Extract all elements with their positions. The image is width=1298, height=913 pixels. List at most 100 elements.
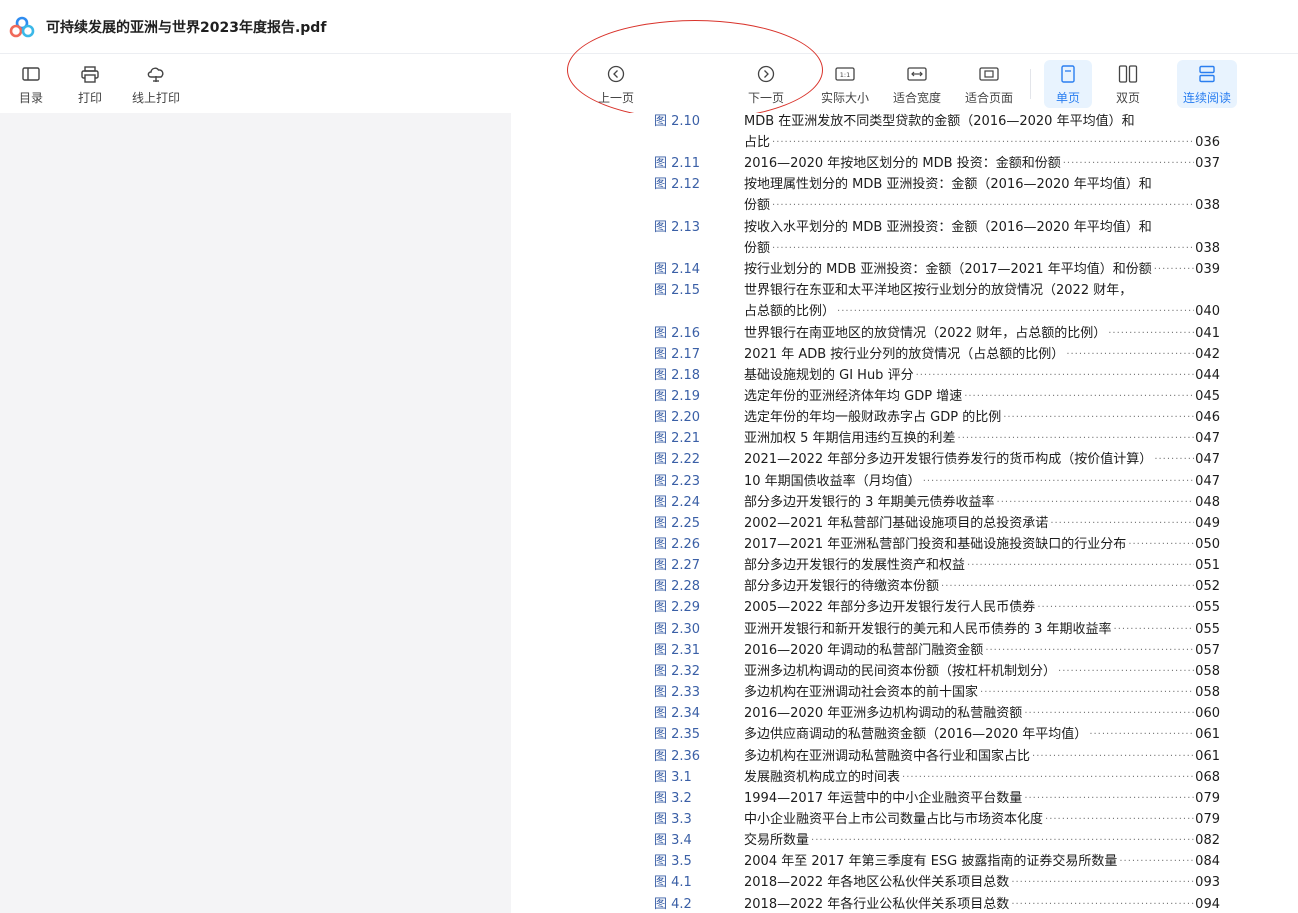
toc-entry[interactable]: 图 2.36 多边机构在亚洲调动私营融资中各行业和国家占比 061 — [654, 745, 1224, 767]
toc-entry[interactable]: 图 2.12 按地理属性划分的 MDB 亚洲投资：金额（2016—2020 年平均… — [654, 174, 1224, 217]
toc-entry-line: 占总额的比例） 040 — [744, 301, 1220, 323]
toc-entry-line: 按收入水平划分的 MDB 亚洲投资：金额（2016—2020 年平均值）和 — [744, 216, 1220, 238]
toc-entry[interactable]: 图 2.17 2021 年 ADB 按行业分列的放贷情况（占总额的比例） 042 — [654, 343, 1224, 365]
toc-leader-dots — [837, 301, 1194, 322]
prev-page-label: 上一页 — [597, 91, 634, 105]
toc-figure-number: 图 2.29 — [654, 600, 701, 616]
toc-entry[interactable]: 图 4.1 2018—2022 年各地区公私伙伴关系项目总数 093 — [654, 872, 1224, 894]
toc-entry[interactable]: 图 2.13 按收入水平划分的 MDB 亚洲投资：金额（2016—2020 年平均… — [654, 216, 1224, 259]
toc-leader-dots — [1050, 513, 1194, 534]
toc-entry-title: 2018—2022 年各行业公私伙伴关系项目总数 — [744, 893, 1012, 913]
actual-size-button[interactable]: 1:1 实际大小 — [818, 55, 872, 113]
double-page-button[interactable]: 双页 — [1108, 55, 1148, 113]
toc-entry[interactable]: 图 2.20 选定年份的年均一般财政赤字占 GDP 的比例 046 — [654, 407, 1224, 429]
online-print-button[interactable]: 线上打印 — [130, 55, 182, 113]
fit-page-button[interactable]: 适合页面 — [962, 55, 1016, 113]
toc-entry[interactable]: 图 2.18 基础设施规划的 GI Hub 评分 044 — [654, 364, 1224, 386]
toc-entry[interactable]: 图 2.33 多边机构在亚洲调动社会资本的前十国家 058 — [654, 682, 1224, 704]
toc-figure-number: 图 2.28 — [654, 579, 701, 595]
toc-leader-dots — [1119, 851, 1194, 872]
toc-leader-dots — [1003, 407, 1194, 428]
toc-entry-title: 2021—2022 年部分多边开发银行债券发行的货币构成（按价值计算） — [744, 449, 1155, 471]
toc-entry-line: 2017—2021 年亚洲私营部门投资和基础设施投资缺口的行业分布 050 — [744, 534, 1220, 555]
toc-entry[interactable]: 图 2.22 2021—2022 年部分多边开发银行债券发行的货币构成（按价值计算… — [654, 449, 1224, 471]
toc-entry-line: 多边机构在亚洲调动私营融资中各行业和国家占比 061 — [744, 745, 1220, 767]
toc-page-number: 061 — [1195, 727, 1220, 743]
toc-leader-dots — [1108, 323, 1194, 344]
toc-entry-body: 选定年份的年均一般财政赤字占 GDP 的比例 046 — [744, 407, 1220, 429]
toc-figure-number: 图 2.31 — [654, 642, 701, 658]
toc-entry[interactable]: 图 2.25 2002—2021 年私营部门基础设施项目的总投资承诺 049 — [654, 512, 1224, 534]
toc-entry-line: 多边机构在亚洲调动社会资本的前十国家 058 — [744, 682, 1220, 704]
toc-leader-dots — [958, 428, 1195, 449]
toc-entry[interactable]: 图 2.29 2005—2022 年部分多边开发银行发行人民币债券 055 — [654, 597, 1224, 619]
actual-size-icon: 1:1 — [835, 65, 855, 83]
toc-entry-line: 按地理属性划分的 MDB 亚洲投资：金额（2016—2020 年平均值）和 — [744, 174, 1220, 196]
toc-button[interactable]: 目录 — [14, 55, 48, 113]
fit-width-button[interactable]: 适合宽度 — [890, 55, 944, 113]
toc-entry-title: 2016—2020 年按地区划分的 MDB 投资：金额和份额 — [744, 153, 1063, 175]
toc-entry[interactable]: 图 3.3 中小企业融资平台上市公司数量占比与市场资本化度 079 — [654, 808, 1224, 830]
toc-entry[interactable]: 图 2.14 按行业划分的 MDB 亚洲投资：金额（2017—2021 年平均值）… — [654, 259, 1224, 281]
toc-page-number: 047 — [1195, 452, 1220, 468]
toc-entry[interactable]: 图 3.5 2004 年至 2017 年第三季度有 ESG 披露指南的证券交易所数… — [654, 851, 1224, 873]
toc-entry-line: 份额 038 — [744, 195, 1220, 217]
toc-entry[interactable]: 图 2.32 亚洲多边机构调动的民间资本份额（按杠杆机制划分） 058 — [654, 660, 1224, 682]
continuous-reading-label: 连续阅读 — [1182, 91, 1231, 105]
toc-entry-line: 10 年期国债收益率（月均值） 047 — [744, 470, 1220, 492]
toc-entry-title: 基础设施规划的 GI Hub 评分 — [744, 364, 916, 386]
toc-entry[interactable]: 图 2.23 10 年期国债收益率（月均值） 047 — [654, 470, 1224, 492]
toc-entry[interactable]: 图 2.35 多边供应商调动的私营融资金额（2016—2020 年平均值） 061 — [654, 724, 1224, 746]
toc-entry[interactable]: 图 2.21 亚洲加权 5 年期信用违约互换的利差 047 — [654, 428, 1224, 450]
toc-entry[interactable]: 图 3.1 发展融资机构成立的时间表 068 — [654, 766, 1224, 788]
toc-entry-title: 按地理属性划分的 MDB 亚洲投资：金额（2016—2020 年平均值）和 — [744, 174, 1154, 196]
toc-entry[interactable]: 图 2.31 2016—2020 年调动的私营部门融资金额 057 — [654, 639, 1224, 661]
toc-entry-body: 亚洲开发银行和新开发银行的美元和人民币债券的 3 年期收益率 055 — [744, 618, 1220, 640]
toc-entry[interactable]: 图 2.24 部分多边开发银行的 3 年期美元债券收益率 048 — [654, 491, 1224, 513]
toc-entry[interactable]: 图 3.2 1994—2017 年运营中的中小企业融资平台数量 079 — [654, 787, 1224, 809]
single-page-button[interactable]: 单页 — [1044, 60, 1092, 108]
print-label: 打印 — [77, 91, 102, 105]
toc-entry[interactable]: 图 2.10 MDB 在亚洲发放不同类型贷款的金额（2016—2020 年平均值）… — [654, 113, 1224, 153]
toc-leader-dots — [1011, 894, 1194, 913]
toc-entry-line: 世界银行在东亚和太平洋地区按行业划分的放贷情况（2022 财年， — [744, 280, 1220, 302]
continuous-reading-button[interactable]: 连续阅读 — [1177, 60, 1237, 108]
toc-entry[interactable]: 图 2.26 2017—2021 年亚洲私营部门投资和基础设施投资缺口的行业分布 0… — [654, 534, 1224, 555]
toc-entry[interactable]: 图 2.27 部分多边开发银行的发展性资产和权益 051 — [654, 555, 1224, 577]
toc-page-number: 037 — [1195, 156, 1220, 172]
toc-leader-dots — [772, 238, 1194, 259]
toc-entry[interactable]: 图 2.11 2016—2020 年按地区划分的 MDB 投资：金额和份额 037 — [654, 153, 1224, 175]
toc-leader-dots — [1128, 534, 1194, 555]
toc-entry[interactable]: 图 2.19 选定年份的亚洲经济体年均 GDP 增速 045 — [654, 385, 1224, 407]
toc-figure-number: 图 2.30 — [654, 621, 701, 637]
toc-entry[interactable]: 图 2.28 部分多边开发银行的待缴资本份额 052 — [654, 576, 1224, 598]
toc-entry[interactable]: 图 2.16 世界银行在南亚地区的放贷情况（2022 财年，占总额的比例） 041 — [654, 322, 1224, 344]
toc-entry[interactable]: 图 4.2 2018—2022 年各行业公私伙伴关系项目总数 094 — [654, 893, 1224, 913]
prev-page-button[interactable]: 上一页 — [596, 55, 636, 113]
toc-leader-dots — [980, 682, 1194, 703]
document-page[interactable]: 图 2.10 MDB 在亚洲发放不同类型贷款的金额（2016—2020 年平均值）… — [511, 113, 1298, 913]
toc-figure-number: 图 2.19 — [654, 388, 701, 404]
toc-entry-line: 2005—2022 年部分多边开发银行发行人民币债券 055 — [744, 597, 1220, 619]
toc-page-number: 051 — [1195, 558, 1220, 574]
toc-entry-body: 发展融资机构成立的时间表 068 — [744, 766, 1220, 788]
toc-entry[interactable]: 图 2.30 亚洲开发银行和新开发银行的美元和人民币债券的 3 年期收益率 055 — [654, 618, 1224, 640]
toc-page-number: 040 — [1195, 304, 1220, 320]
toc-entry-line: 2016—2020 年按地区划分的 MDB 投资：金额和份额 037 — [744, 153, 1220, 175]
toc-entry[interactable]: 图 2.15 世界银行在东亚和太平洋地区按行业划分的放贷情况（2022 财年， 占总… — [654, 280, 1224, 323]
toc-entry-body: 2021 年 ADB 按行业分列的放贷情况（占总额的比例） 042 — [744, 343, 1220, 365]
toc-figure-number: 图 2.34 — [654, 706, 701, 722]
toc-entry-title: 10 年期国债收益率（月均值） — [744, 470, 923, 492]
toc-entry[interactable]: 图 2.34 2016—2020 年亚洲多边机构调动的私营融资额 060 — [654, 703, 1224, 725]
toc-figure-number: 图 2.25 — [654, 515, 701, 531]
toc-entry[interactable]: 图 3.4 交易所数量 082 — [654, 830, 1224, 852]
toc-entry-line: 1994—2017 年运营中的中小企业融资平台数量 079 — [744, 787, 1220, 809]
toc-leader-dots — [916, 365, 1195, 386]
next-page-button[interactable]: 下一页 — [746, 55, 786, 113]
toc-page-number: 055 — [1195, 621, 1220, 637]
toc-leader-dots — [1045, 809, 1194, 830]
print-button[interactable]: 打印 — [74, 55, 106, 113]
toc-entry-line: 选定年份的年均一般财政赤字占 GDP 的比例 046 — [744, 407, 1220, 429]
toc-page-number: 058 — [1195, 685, 1220, 701]
toc-entry-line: 亚洲加权 5 年期信用违约互换的利差 047 — [744, 428, 1220, 450]
